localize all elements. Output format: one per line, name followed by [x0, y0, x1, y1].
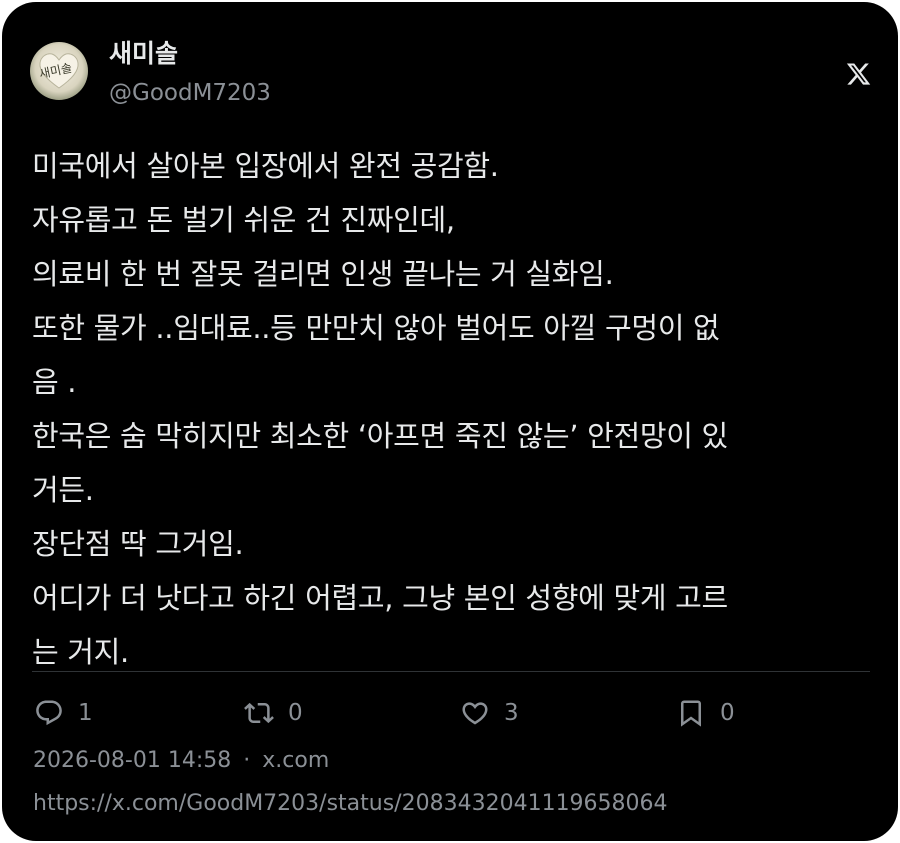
divider [32, 671, 870, 672]
user-handle[interactable]: @GoodM7203 [109, 78, 271, 108]
tweet-meta: 2026-08-01 14:58 · x.com [33, 746, 329, 776]
retweet-button[interactable]: 0 [244, 692, 303, 734]
x-logo-icon[interactable] [845, 61, 872, 87]
avatar[interactable]: 새미솔 [30, 42, 88, 100]
action-bar: 1 0 3 0 [32, 692, 872, 734]
reply-count: 1 [78, 700, 93, 726]
retweet-icon [244, 702, 274, 724]
reply-button[interactable]: 1 [34, 692, 93, 734]
source-link[interactable]: x.com [262, 748, 329, 773]
like-count: 3 [504, 700, 519, 726]
timestamp[interactable]: 2026-08-01 14:58 [33, 748, 231, 773]
like-button[interactable]: 3 [460, 692, 519, 734]
bookmark-button[interactable]: 0 [676, 692, 735, 734]
heart-icon [462, 702, 488, 725]
tweet-text: 미국에서 살아본 입장에서 완전 공감함. 자유롭고 돈 벌기 쉬운 건 진짜인… [32, 149, 728, 669]
retweet-count: 0 [288, 700, 303, 726]
bookmark-count: 0 [720, 700, 735, 726]
bookmark-icon [681, 700, 701, 727]
meta-separator: · [243, 748, 251, 773]
tweet-url[interactable]: https://x.com/GoodM7203/status/208343204… [33, 789, 668, 819]
display-name[interactable]: 새미솔 [109, 38, 178, 70]
reply-icon [36, 700, 62, 726]
tweet-card: 새미솔 새미솔 @GoodM7203 미국에서 살아본 입장에서 완전 공감함.… [2, 2, 898, 841]
